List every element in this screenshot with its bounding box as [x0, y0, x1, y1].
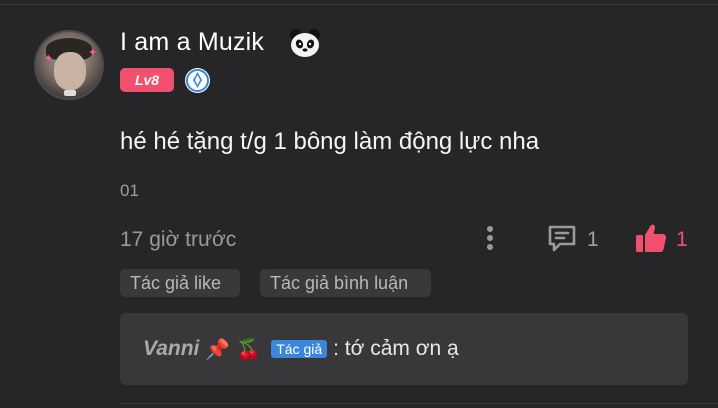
reply-count: 1 — [587, 228, 599, 251]
comment-index: 01 — [120, 181, 139, 200]
comment-text: hé hé tặng t/g 1 bông làm động lực nha — [120, 128, 540, 155]
bottom-divider — [120, 403, 718, 404]
reply-text: : tớ cảm ơn ạ — [333, 337, 459, 360]
author-like-chip: Tác giả like — [120, 269, 240, 297]
cherry-icon: 🍒 — [236, 338, 262, 361]
thumbs-up-icon[interactable] — [634, 222, 668, 254]
author-tag: Tác giả — [271, 340, 328, 358]
top-divider — [0, 4, 718, 5]
level-badge: Lv8 — [120, 68, 174, 92]
author-reply-box[interactable]: Vanni 📌 🍒 Tác giả : tớ cảm ơn ạ — [120, 313, 688, 385]
username[interactable]: I am a Muzik — [120, 28, 264, 57]
panda-icon — [290, 29, 320, 57]
user-avatar[interactable]: ✦ ✦ — [34, 30, 104, 100]
comment-timestamp: 17 giờ trước — [120, 228, 237, 251]
avatar-frame-tag — [64, 90, 76, 96]
verify-badge-icon — [185, 68, 210, 93]
more-vertical-icon[interactable] — [482, 224, 498, 254]
comment-icon[interactable] — [546, 222, 578, 254]
avatar-sparkle-icon: ✦ — [88, 47, 98, 59]
author-reply-chip: Tác giả bình luận — [260, 269, 431, 297]
avatar-face — [54, 52, 86, 90]
like-count: 1 — [676, 228, 688, 251]
pushpin-icon: 📌 — [205, 338, 231, 361]
reply-author-name[interactable]: Vanni — [143, 337, 199, 361]
avatar-sparkle-icon: ✦ — [44, 53, 54, 65]
